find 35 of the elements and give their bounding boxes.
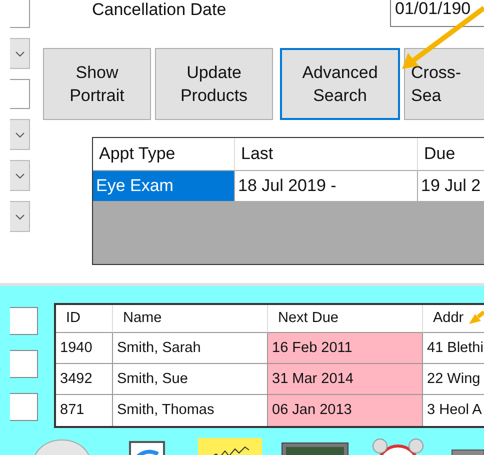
search-field[interactable] (10, 307, 38, 335)
camera-icon[interactable] (452, 450, 484, 455)
dropdown[interactable] (10, 160, 30, 191)
chevron-down-icon (14, 50, 24, 56)
search-field[interactable] (10, 393, 38, 421)
table-cell[interactable]: 16 Feb 2011 (268, 333, 423, 364)
chart-icon[interactable] (198, 438, 262, 455)
action-button[interactable]: Advanced Search (280, 48, 400, 120)
text-field[interactable] (10, 0, 30, 28)
table-cell[interactable]: Eye Exam (93, 171, 235, 202)
dropdown[interactable] (10, 38, 30, 69)
text-field[interactable] (10, 79, 30, 109)
laptop-icon[interactable] (129, 441, 165, 455)
table-cell[interactable]: Smith, Sarah (113, 333, 268, 364)
action-button[interactable]: Update Products (155, 48, 273, 120)
chevron-down-icon (14, 132, 24, 138)
alarm-clock-icon[interactable] (372, 438, 424, 455)
table-cell[interactable]: 19 Jul 2 (418, 171, 484, 202)
field-label: Cancellation Date (92, 0, 226, 20)
dropdown[interactable] (10, 201, 30, 232)
table-cell[interactable]: 06 Jan 2013 (268, 395, 423, 426)
table-cell[interactable]: 18 Jul 2019 - (235, 171, 418, 202)
action-button[interactable]: Show Portrait (43, 48, 151, 120)
table-cell[interactable]: 31 Mar 2014 (268, 364, 423, 395)
chevron-down-icon (14, 172, 24, 178)
date-field[interactable]: 01/01/190 (390, 0, 484, 27)
monitor-icon[interactable] (282, 442, 348, 455)
action-button[interactable]: Cross- Sea (404, 48, 484, 120)
chevron-down-icon (14, 214, 24, 220)
dropdown[interactable] (10, 119, 30, 150)
search-field[interactable] (10, 350, 38, 378)
table-cell[interactable]: Smith, Sue (113, 364, 268, 395)
annotation-arrow (469, 310, 484, 324)
table-cell[interactable]: 3492 (56, 364, 113, 395)
table-cell[interactable]: 1940 (56, 333, 113, 364)
